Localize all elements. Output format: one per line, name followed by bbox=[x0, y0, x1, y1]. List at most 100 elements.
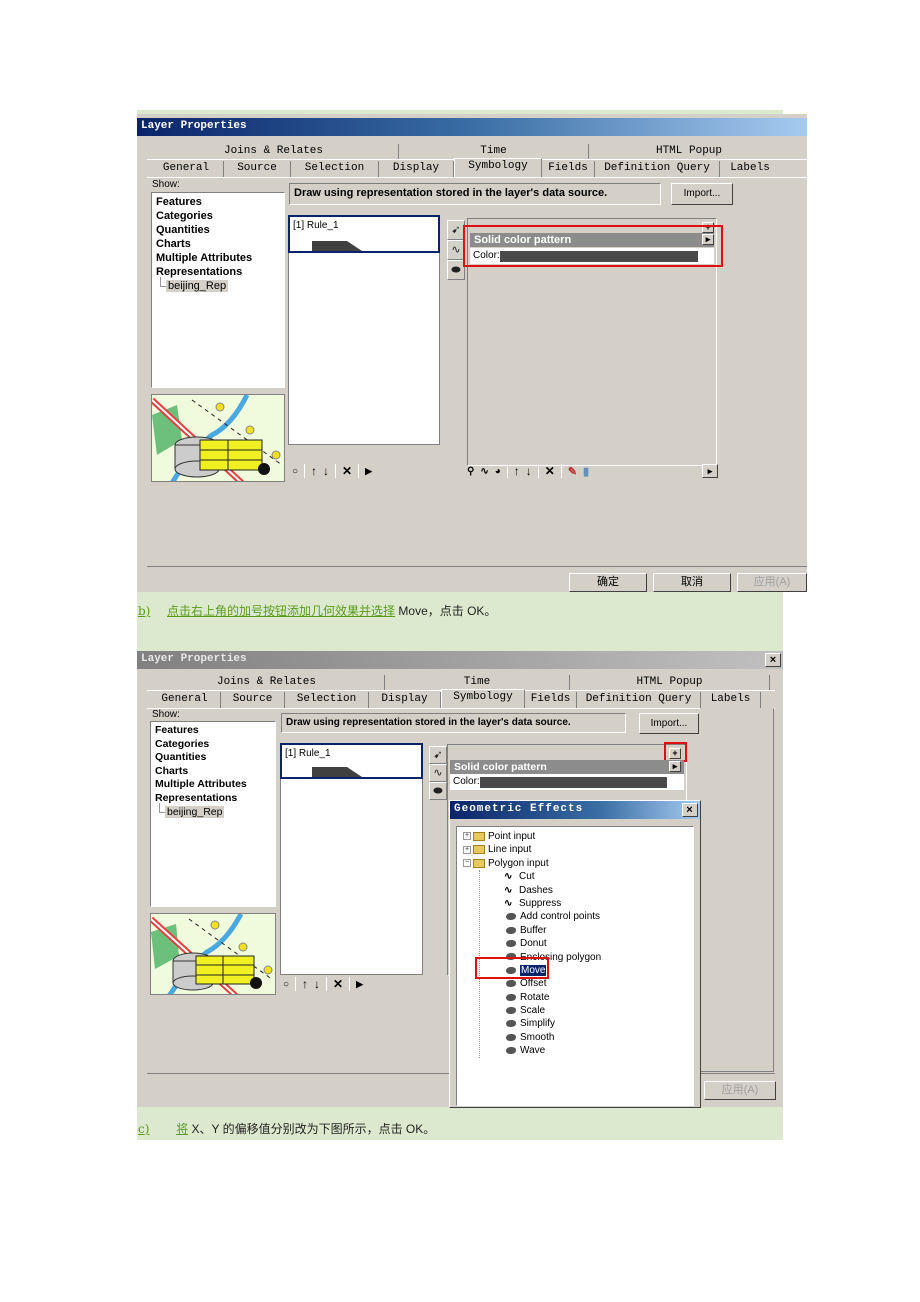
expand-icon[interactable]: ▶ bbox=[356, 979, 363, 990]
layer-down-icon[interactable]: ↓ bbox=[526, 464, 532, 478]
show-item-categories[interactable]: Categories bbox=[152, 209, 284, 223]
add-rule-icon[interactable]: ○ bbox=[283, 979, 289, 990]
move-down-icon[interactable]: ↓ bbox=[323, 464, 329, 478]
effect-menu-button[interactable]: ▸ bbox=[669, 761, 681, 772]
expand-icon[interactable]: + bbox=[463, 845, 471, 854]
show-subitem-beijing-rep[interactable]: beijing_Rep bbox=[152, 277, 284, 293]
tab-joins-relates[interactable]: Joins & Relates bbox=[149, 144, 399, 160]
show-item-representations[interactable]: Representations bbox=[151, 792, 275, 806]
tab-symbology[interactable]: Symbology bbox=[441, 689, 525, 708]
layer-expand-button[interactable]: ▸ bbox=[702, 464, 718, 478]
apply-button-2[interactable]: 应用(A) bbox=[704, 1081, 776, 1100]
tab-row-lower: General Source Selection Display Symbolo… bbox=[149, 158, 780, 177]
tab-definition-query[interactable]: Definition Query bbox=[577, 692, 701, 708]
ok-button[interactable]: 确定 bbox=[569, 573, 647, 592]
layer-up-icon[interactable]: ↑ bbox=[514, 464, 520, 478]
tab-selection[interactable]: Selection bbox=[291, 161, 379, 177]
marker-layer-icon[interactable]: ➹ bbox=[429, 746, 447, 764]
layer-toolbar: ⚲ ∿ ◕ ↑ ↓ ✕ ✎ ▮ bbox=[467, 464, 589, 478]
fill-layer-icon[interactable]: ⬬ bbox=[429, 782, 447, 800]
show-item-features[interactable]: Features bbox=[151, 724, 275, 738]
tab-source[interactable]: Source bbox=[224, 161, 291, 177]
caption-b-prefix: b) bbox=[138, 604, 151, 618]
show-item-charts[interactable]: Charts bbox=[151, 765, 275, 779]
delete-icon[interactable]: ✕ bbox=[342, 464, 352, 478]
rule-item-selected-2[interactable]: [1] Rule_1 bbox=[280, 743, 423, 779]
tab-html-popup[interactable]: HTML Popup bbox=[589, 144, 789, 160]
show-item-representations[interactable]: Representations bbox=[152, 265, 284, 279]
caption-b: b) 点击右上角的加号按钮添加几何效果并选择 Move，点击 OK。 bbox=[138, 602, 496, 619]
tree-item-dashes[interactable]: ∿ Dashes bbox=[504, 884, 693, 897]
apply-button[interactable]: 应用(A) bbox=[737, 573, 807, 592]
tab-definition-query[interactable]: Definition Query bbox=[595, 161, 720, 177]
show-item-categories[interactable]: Categories bbox=[151, 738, 275, 752]
tab-general[interactable]: General bbox=[149, 161, 224, 177]
stroke-layer-icon[interactable]: ∿ bbox=[429, 764, 447, 782]
import-button[interactable]: Import... bbox=[671, 183, 733, 205]
tab-labels[interactable]: Labels bbox=[720, 161, 780, 177]
show-item-multiple-attributes[interactable]: Multiple Attributes bbox=[152, 251, 284, 265]
tree-item-offset[interactable]: Offset bbox=[504, 977, 693, 990]
add-stroke-icon[interactable]: ∿ bbox=[480, 466, 488, 477]
tab-display[interactable]: Display bbox=[379, 161, 454, 177]
show-list-2[interactable]: Features Categories Quantities Charts Mu… bbox=[150, 721, 276, 907]
tab-selection[interactable]: Selection bbox=[285, 692, 369, 708]
show-item-features[interactable]: Features bbox=[152, 195, 284, 209]
tree-item-wave[interactable]: Wave bbox=[504, 1044, 693, 1057]
show-subitem-beijing-rep[interactable]: beijing_Rep bbox=[151, 803, 275, 819]
delete-icon[interactable]: ✕ bbox=[333, 977, 343, 991]
tree-item-suppress[interactable]: ∿ Suppress bbox=[504, 897, 693, 910]
tree-group-line-input[interactable]: + Line input bbox=[463, 843, 693, 856]
move-down-icon[interactable]: ↓ bbox=[314, 977, 320, 991]
cancel-button[interactable]: 取消 bbox=[653, 573, 731, 592]
tab-display[interactable]: Display bbox=[369, 692, 441, 708]
tab-html-popup[interactable]: HTML Popup bbox=[570, 675, 770, 691]
show-item-quantities[interactable]: Quantities bbox=[151, 751, 275, 765]
move-up-icon[interactable]: ↑ bbox=[302, 977, 308, 991]
tab-fields[interactable]: Fields bbox=[525, 692, 577, 708]
expand-icon[interactable]: ▶ bbox=[365, 466, 372, 477]
expand-icon[interactable]: + bbox=[463, 832, 471, 841]
layer-delete-icon[interactable]: ✕ bbox=[545, 464, 555, 478]
tree-group-polygon-input[interactable]: − Polygon input bbox=[463, 857, 693, 870]
show-item-quantities[interactable]: Quantities bbox=[152, 223, 284, 237]
tree-item-buffer[interactable]: Buffer bbox=[504, 924, 693, 937]
tree-item-scale[interactable]: Scale bbox=[504, 1004, 693, 1017]
color-swatch[interactable] bbox=[480, 777, 667, 788]
map-preview-icon bbox=[152, 395, 284, 481]
tree-item-cut[interactable]: ∿ Cut bbox=[504, 870, 693, 883]
tab-joins-relates[interactable]: Joins & Relates bbox=[149, 675, 385, 691]
add-fill-icon[interactable]: ◕ bbox=[495, 466, 501, 477]
draw-using-description-2: Draw using representation stored in the … bbox=[281, 713, 626, 733]
line-effect-icon: ∿ bbox=[504, 871, 513, 883]
polygon-effect-icon bbox=[506, 1020, 516, 1028]
database-icon[interactable]: ▮ bbox=[583, 465, 589, 478]
geo-dialog-close-button[interactable]: × bbox=[682, 803, 698, 817]
tab-source[interactable]: Source bbox=[221, 692, 285, 708]
window-close-button[interactable]: × bbox=[765, 653, 781, 667]
rule-item-selected[interactable]: [1] Rule_1 bbox=[288, 215, 440, 253]
collapse-icon[interactable]: − bbox=[463, 859, 471, 868]
caption-c-rest: X、Y 的偏移值分别改为下图所示，点击 OK。 bbox=[191, 1122, 436, 1136]
tree-item-simplify[interactable]: Simplify bbox=[504, 1017, 693, 1030]
rule-symbol-preview bbox=[312, 767, 362, 777]
tab-general[interactable]: General bbox=[149, 692, 221, 708]
tree-item-smooth[interactable]: Smooth bbox=[504, 1031, 693, 1044]
tree-item-rotate[interactable]: Rotate bbox=[504, 991, 693, 1004]
tab-symbology[interactable]: Symbology bbox=[454, 158, 542, 177]
show-list[interactable]: Features Categories Quantities Charts Mu… bbox=[151, 192, 285, 388]
polygon-effect-icon bbox=[506, 1033, 516, 1041]
tree-group-point-input[interactable]: + Point input bbox=[463, 830, 693, 843]
show-item-multiple-attributes[interactable]: Multiple Attributes bbox=[151, 778, 275, 792]
show-item-charts[interactable]: Charts bbox=[152, 237, 284, 251]
add-rule-icon[interactable]: ○ bbox=[292, 466, 298, 477]
add-marker-icon[interactable]: ⚲ bbox=[467, 466, 474, 477]
brush-icon[interactable]: ✎ bbox=[568, 465, 577, 478]
tab-fields[interactable]: Fields bbox=[542, 161, 595, 177]
tab-labels[interactable]: Labels bbox=[701, 692, 761, 708]
tree-item-donut[interactable]: Donut bbox=[504, 937, 693, 950]
move-up-icon[interactable]: ↑ bbox=[311, 464, 317, 478]
draw-using-description: Draw using representation stored in the … bbox=[289, 183, 661, 205]
tree-item-add-control-points[interactable]: Add control points bbox=[504, 910, 693, 923]
import-button-2[interactable]: Import... bbox=[639, 713, 699, 734]
